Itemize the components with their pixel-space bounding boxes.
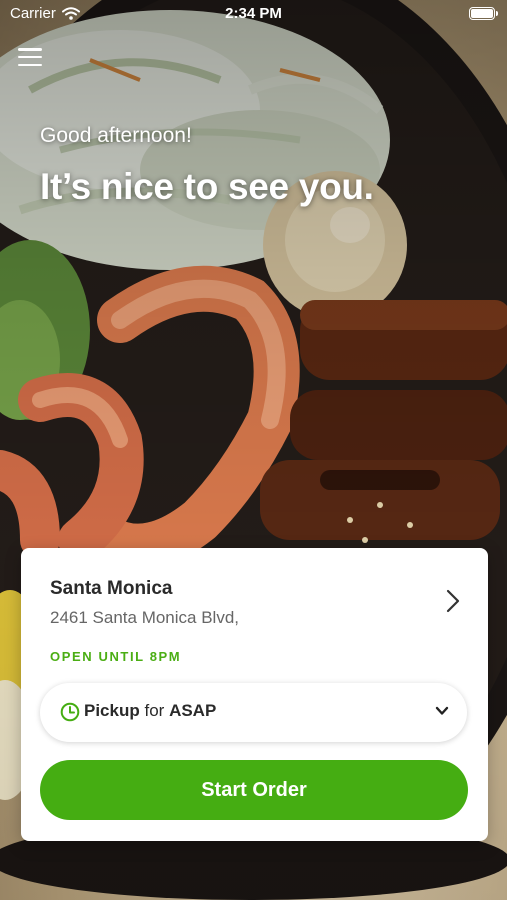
clock-icon	[60, 702, 80, 722]
chevron-right-icon	[446, 589, 460, 613]
greeting-text: Good afternoon!	[40, 124, 192, 147]
order-connector: for	[144, 701, 165, 720]
location-card: Santa Monica 2461 Santa Monica Blvd, OPE…	[21, 548, 488, 841]
battery-icon	[469, 7, 498, 20]
page-title: It’s nice to see you.	[40, 166, 374, 207]
order-mode-dropdown[interactable]: Pickup for ASAP	[40, 683, 467, 742]
status-time: 2:34 PM	[225, 5, 282, 22]
open-status-badge: OPEN UNTIL 8PM	[50, 649, 182, 664]
order-mode-text: Pickup for ASAP	[84, 701, 216, 721]
order-time: ASAP	[169, 701, 217, 720]
location-selector[interactable]: Santa Monica 2461 Santa Monica Blvd,	[21, 548, 488, 634]
hamburger-menu-icon[interactable]	[18, 46, 42, 68]
order-method: Pickup	[84, 701, 140, 720]
start-order-button[interactable]: Start Order	[40, 760, 468, 820]
chevron-down-icon	[435, 706, 449, 715]
status-bar: Carrier 2:34 PM	[0, 0, 507, 28]
store-address: 2461 Santa Monica Blvd,	[50, 608, 240, 627]
store-name: Santa Monica	[50, 578, 173, 599]
